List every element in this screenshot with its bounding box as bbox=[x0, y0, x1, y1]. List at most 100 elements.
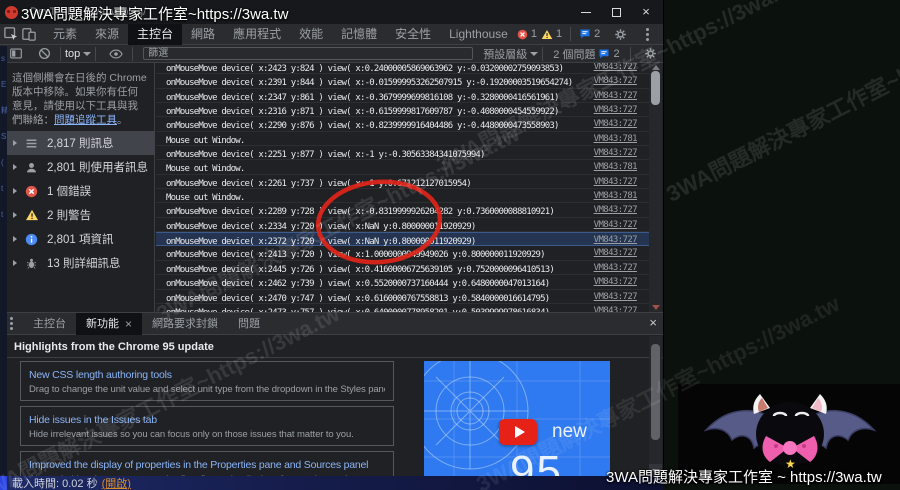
console-log-row[interactable]: onMouseMove device( x:2445 y:726 ) view(… bbox=[156, 261, 649, 275]
list-icon bbox=[25, 136, 39, 150]
console-log-row[interactable]: onMouseMove device( x:2316 y:871 ) view(… bbox=[156, 103, 649, 117]
sidebar-item-warning[interactable]: 2 則警告 bbox=[0, 203, 155, 227]
device-toolbar-icon[interactable] bbox=[22, 25, 36, 43]
source-location-link[interactable]: VM843:727 bbox=[594, 290, 637, 304]
source-location-link[interactable]: VM843:727 bbox=[594, 89, 637, 103]
expand-caret-icon[interactable] bbox=[13, 236, 17, 242]
drawer-tab-主控台[interactable]: 主控台 bbox=[23, 313, 76, 335]
drawer-tab-問題[interactable]: 問題 bbox=[228, 313, 270, 335]
tab-應用程式[interactable]: 應用程式 bbox=[224, 24, 290, 45]
source-location-link[interactable]: VM843:781 bbox=[594, 132, 637, 146]
console-log-row[interactable]: onMouseMove device( x:2372 y:720 ) view(… bbox=[156, 232, 649, 246]
console-settings-gear-icon[interactable] bbox=[639, 45, 663, 63]
scroll-up-arrow-icon[interactable] bbox=[652, 65, 660, 70]
youtube-play-button[interactable] bbox=[499, 419, 537, 445]
console-log-row[interactable]: Mouse out Window.VM843:781 bbox=[156, 132, 649, 146]
filter-input[interactable]: 篩選 bbox=[143, 47, 473, 60]
console-sidebar: 這個側欄會在日後的 Chrome 版本中移除。如果你有任何意見，請使用以下工具與… bbox=[0, 63, 155, 312]
console-log-row[interactable]: onMouseMove device( x:2334 y:720 ) view(… bbox=[156, 218, 649, 232]
drawer-kebab-icon[interactable] bbox=[10, 317, 13, 330]
sidebar-item-verbose[interactable]: 13 則詳細訊息 bbox=[0, 251, 155, 275]
tab-close-icon[interactable]: × bbox=[125, 313, 132, 335]
source-location-link[interactable]: VM843:727 bbox=[594, 304, 637, 312]
tab-來源[interactable]: 來源 bbox=[86, 24, 128, 45]
minimize-button[interactable] bbox=[569, 0, 603, 24]
expand-caret-icon[interactable] bbox=[13, 164, 17, 170]
expand-caret-icon[interactable] bbox=[13, 140, 17, 146]
drawer-close-icon[interactable]: × bbox=[649, 315, 657, 330]
console-log-row[interactable]: onMouseMove device( x:2289 y:728 ) view(… bbox=[156, 203, 649, 217]
sidebar-item-error[interactable]: 1 個錯誤 bbox=[0, 179, 155, 203]
scrollbar-thumb[interactable] bbox=[651, 344, 660, 440]
scrollbar-thumb[interactable] bbox=[651, 71, 660, 105]
console-log-row[interactable]: onMouseMove device( x:2347 y:861 ) view(… bbox=[156, 89, 649, 103]
warning-badge[interactable]: 1 bbox=[541, 28, 562, 40]
source-location-link[interactable]: VM843:727 bbox=[594, 103, 637, 117]
expand-caret-icon[interactable] bbox=[13, 260, 17, 266]
issues-counter[interactable]: 2 個問題 2 bbox=[553, 46, 619, 62]
source-location-link[interactable]: VM843:727 bbox=[594, 146, 637, 160]
source-location-link[interactable]: VM843:727 bbox=[594, 218, 637, 232]
close-button[interactable]: × bbox=[629, 0, 663, 24]
sidebar-item-info[interactable]: 2,801 項資訊 bbox=[0, 227, 155, 251]
source-location-link[interactable]: VM843:727 bbox=[594, 261, 637, 275]
drawer-tab-網路要求封鎖[interactable]: 網路要求封鎖 bbox=[142, 313, 228, 335]
source-location-link[interactable]: VM843:727 bbox=[594, 203, 637, 217]
tab-Lighthouse[interactable]: Lighthouse bbox=[440, 24, 517, 45]
sidebar-item-list[interactable]: 2,817 則訊息 bbox=[0, 131, 155, 155]
open-link[interactable]: (開啟) bbox=[102, 475, 131, 490]
card-title-link[interactable]: Improved the display of properties in th… bbox=[29, 459, 368, 471]
source-location-link[interactable]: VM843:727 bbox=[594, 246, 637, 260]
tab-主控台[interactable]: 主控台 bbox=[128, 24, 182, 45]
console-log-row[interactable]: onMouseMove device( x:2423 y:824 ) view(… bbox=[156, 63, 649, 74]
console-log-row[interactable]: onMouseMove device( x:2462 y:739 ) view(… bbox=[156, 275, 649, 289]
whats-new-card: New CSS length authoring toolsDrag to ch… bbox=[20, 361, 394, 401]
console-log-row[interactable]: Mouse out Window.VM843:781 bbox=[156, 189, 649, 203]
console-log-row[interactable]: onMouseMove device( x:2413 y:720 ) view(… bbox=[156, 246, 649, 260]
source-location-link[interactable]: VM843:727 bbox=[594, 117, 637, 131]
warning-icon bbox=[541, 29, 553, 40]
scroll-down-arrow-icon[interactable] bbox=[652, 305, 660, 310]
console-log-row[interactable]: onMouseMove device( x:2391 y:844 ) view(… bbox=[156, 74, 649, 88]
log-levels-dropdown[interactable]: 預設層級 bbox=[483, 46, 538, 62]
inspect-icon[interactable] bbox=[4, 25, 18, 43]
sidebar-item-user[interactable]: 2,801 則使用者訊息 bbox=[0, 155, 155, 179]
tab-安全性[interactable]: 安全性 bbox=[386, 24, 440, 45]
console-log-row[interactable]: onMouseMove device( x:2261 y:737 ) view(… bbox=[156, 175, 649, 189]
source-location-link[interactable]: VM843:727 bbox=[594, 63, 637, 74]
tab-元素[interactable]: 元素 bbox=[44, 24, 86, 45]
source-location-link[interactable]: VM843:727 bbox=[594, 74, 637, 88]
tab-網路[interactable]: 網路 bbox=[182, 24, 224, 45]
maximize-button[interactable] bbox=[599, 0, 633, 24]
console-log-row[interactable]: onMouseMove device( x:2470 y:747 ) view(… bbox=[156, 290, 649, 304]
drawer-tab-新功能[interactable]: 新功能× bbox=[76, 313, 142, 335]
console-log-row[interactable]: onMouseMove device( x:2473 y:757 ) view(… bbox=[156, 304, 649, 312]
tab-記憶體[interactable]: 記憶體 bbox=[332, 24, 386, 45]
whats-new-video-thumbnail[interactable]: new 95 bbox=[424, 361, 610, 477]
live-expression-eye-icon[interactable] bbox=[104, 45, 128, 63]
issues-badge[interactable]: 2 bbox=[579, 28, 600, 40]
expand-caret-icon[interactable] bbox=[13, 212, 17, 218]
clear-console-icon[interactable] bbox=[32, 45, 56, 63]
expand-caret-icon[interactable] bbox=[13, 188, 17, 194]
console-sidebar-toggle-icon[interactable] bbox=[4, 45, 28, 63]
card-title-link[interactable]: New CSS length authoring tools bbox=[29, 369, 172, 381]
source-location-link[interactable]: VM843:781 bbox=[594, 189, 637, 203]
source-location-link[interactable]: VM843:727 bbox=[594, 275, 637, 289]
error-badge[interactable]: 1 bbox=[517, 28, 537, 40]
source-location-link[interactable]: VM843:727 bbox=[594, 233, 637, 247]
tab-效能[interactable]: 效能 bbox=[290, 24, 332, 45]
source-location-link[interactable]: VM843:727 bbox=[594, 175, 637, 189]
console-log-row[interactable]: Mouse out Window.VM843:781 bbox=[156, 160, 649, 174]
log-message: onMouseMove device( x:2445 y:726 ) view(… bbox=[156, 265, 554, 275]
console-log-row[interactable]: onMouseMove device( x:2251 y:877 ) view(… bbox=[156, 146, 649, 160]
drawer-scrollbar[interactable] bbox=[649, 336, 662, 477]
source-location-link[interactable]: VM843:781 bbox=[594, 160, 637, 174]
card-title-link[interactable]: Hide issues in the Issues tab bbox=[29, 414, 157, 426]
console-log-row[interactable]: onMouseMove device( x:2290 y:876 ) view(… bbox=[156, 117, 649, 131]
settings-gear-icon[interactable] bbox=[608, 25, 632, 43]
more-options-kebab-icon[interactable] bbox=[646, 28, 649, 41]
issue-tracker-link[interactable]: 問題追蹤工具 bbox=[54, 114, 117, 126]
context-selector[interactable]: top bbox=[65, 48, 80, 60]
console-scrollbar[interactable] bbox=[649, 63, 662, 312]
